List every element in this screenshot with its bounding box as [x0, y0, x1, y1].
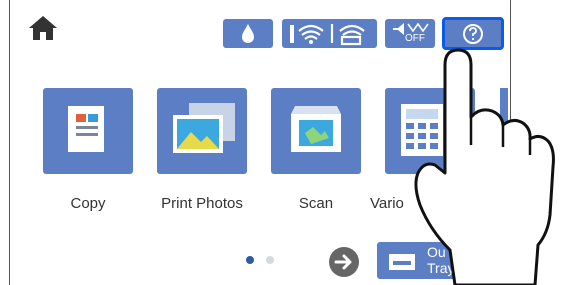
- scan-label: Scan: [298, 195, 334, 212]
- next-page-arrow-icon[interactable]: [328, 246, 360, 278]
- ink-drop-icon: [242, 24, 254, 43]
- print-photos-tile[interactable]: [157, 88, 247, 174]
- copy-icon: [68, 106, 104, 152]
- wifi-icon: [290, 24, 365, 46]
- copy-tile[interactable]: [43, 88, 133, 174]
- page-indicator-dot: [266, 256, 274, 264]
- page-indicator-dot-active: [246, 256, 254, 264]
- photos-icon: [173, 103, 235, 153]
- sound-status-button[interactable]: OFF: [385, 19, 435, 48]
- copy-label: Copy: [70, 195, 106, 212]
- print-photos-label: Print Photos: [161, 195, 243, 212]
- ink-level-button[interactable]: [223, 19, 273, 48]
- home-icon[interactable]: [28, 14, 58, 42]
- sound-off-label: OFF: [405, 33, 425, 44]
- scan-icon: [291, 106, 341, 152]
- help-icon: [463, 24, 483, 44]
- pointing-hand-icon: [414, 48, 555, 285]
- scan-tile[interactable]: [271, 88, 361, 174]
- network-status-button[interactable]: [282, 19, 377, 48]
